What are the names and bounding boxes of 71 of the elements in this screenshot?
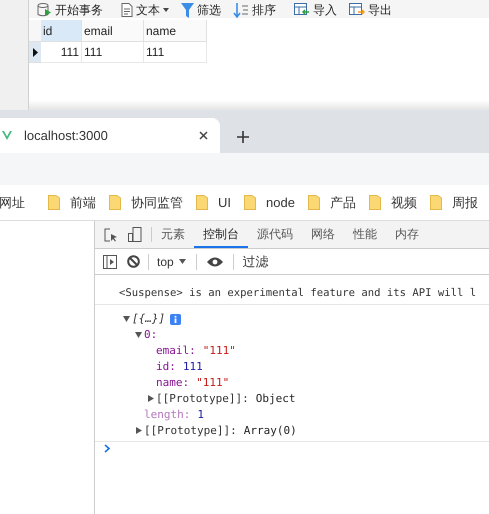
column-header[interactable]: id (41, 20, 82, 42)
bookmark[interactable]: UI (196, 192, 231, 212)
table-cell: 111 (82, 42, 144, 63)
bookmark[interactable]: 产品 (308, 192, 356, 212)
column-header[interactable]: name (144, 20, 207, 42)
console-message: <Suspense> is an experimental feature and its API will l (119, 287, 476, 299)
property-value: "111" (202, 343, 236, 359)
property-value: 1 (197, 407, 204, 423)
property-key: email: (156, 343, 196, 359)
caret-icon (178, 259, 186, 264)
toolbar-button[interactable]: 排序 (233, 2, 276, 18)
property-key: id: (156, 359, 176, 375)
device-toggle-icon[interactable] (128, 227, 142, 242)
browser-tab[interactable]: localhost:3000 (0, 118, 220, 153)
collapse-arrow-icon[interactable] (123, 315, 130, 323)
toolbar-button[interactable]: 开始事务 (37, 2, 103, 18)
expand-arrow-icon[interactable] (147, 395, 154, 403)
prompt-icon[interactable] (104, 444, 110, 453)
property-value: "111" (196, 375, 230, 391)
bookmark[interactable]: 周报 (430, 192, 478, 212)
tab-title: localhost:3000 (24, 126, 109, 145)
property-key: length: (144, 407, 190, 423)
clear-console-icon[interactable] (127, 255, 140, 268)
folder-icon (244, 195, 256, 210)
devtools-tab[interactable]: 网络 (302, 221, 344, 248)
eye-icon[interactable] (206, 256, 223, 266)
property-value: Array(0) (244, 423, 297, 439)
devtools-tab[interactable]: 元素 (152, 221, 194, 248)
filter-field[interactable]: 过滤 (236, 252, 489, 272)
bookmark[interactable]: 视频 (368, 192, 417, 212)
toolbar-button[interactable]: 导出 (349, 2, 392, 18)
property-value: Object (256, 391, 296, 407)
table-cell: 111 (41, 42, 82, 63)
sort-icon (233, 2, 249, 18)
row-header[interactable] (29, 42, 41, 63)
object-summary[interactable]: [{…}] (132, 311, 166, 327)
table-cell: 111 (144, 42, 207, 63)
property-value: 111 (182, 359, 203, 375)
new-tab-icon[interactable] (237, 131, 249, 143)
bookmark[interactable]: 前端 (48, 192, 96, 212)
info-icon[interactable] (170, 314, 182, 324)
devtools-tab[interactable]: 内存 (386, 221, 428, 248)
property-key: 0: (144, 327, 158, 343)
vue-logo-icon (2, 131, 12, 140)
bookmark[interactable]: 协同监管 (109, 192, 183, 212)
folder-icon (430, 195, 442, 210)
property-key: name: (156, 375, 190, 391)
devtools-tab[interactable]: 源代码 (248, 221, 302, 248)
property-key: [[Prototype]]: (156, 391, 249, 407)
sidebar-toggle-icon[interactable] (103, 254, 117, 268)
funnel-icon (181, 2, 194, 18)
toolbar-button[interactable]: 筛选 (181, 2, 221, 18)
close-icon[interactable] (199, 131, 208, 140)
column-header[interactable]: email (82, 20, 144, 42)
collapse-arrow-icon[interactable] (135, 331, 142, 339)
property-key: [[Prototype]]: (144, 423, 237, 439)
expand-arrow-icon[interactable] (135, 427, 142, 435)
folder-icon (368, 195, 381, 210)
folder-icon (48, 195, 60, 210)
caret-icon (163, 8, 169, 12)
bookmark[interactable]: node (244, 192, 295, 212)
inspect-icon[interactable] (104, 228, 118, 242)
context-dropdown[interactable]: top (155, 252, 188, 270)
toolbar-button[interactable]: 导入 (294, 2, 337, 18)
devtools-tab[interactable]: 性能 (344, 221, 386, 248)
database-play-icon (37, 3, 52, 17)
folder-icon (109, 195, 121, 210)
folder-icon (196, 195, 208, 210)
bookmark[interactable]: 网址 (0, 192, 25, 212)
folder-icon (308, 195, 320, 210)
toolbar-button[interactable]: 文本 (121, 2, 169, 18)
